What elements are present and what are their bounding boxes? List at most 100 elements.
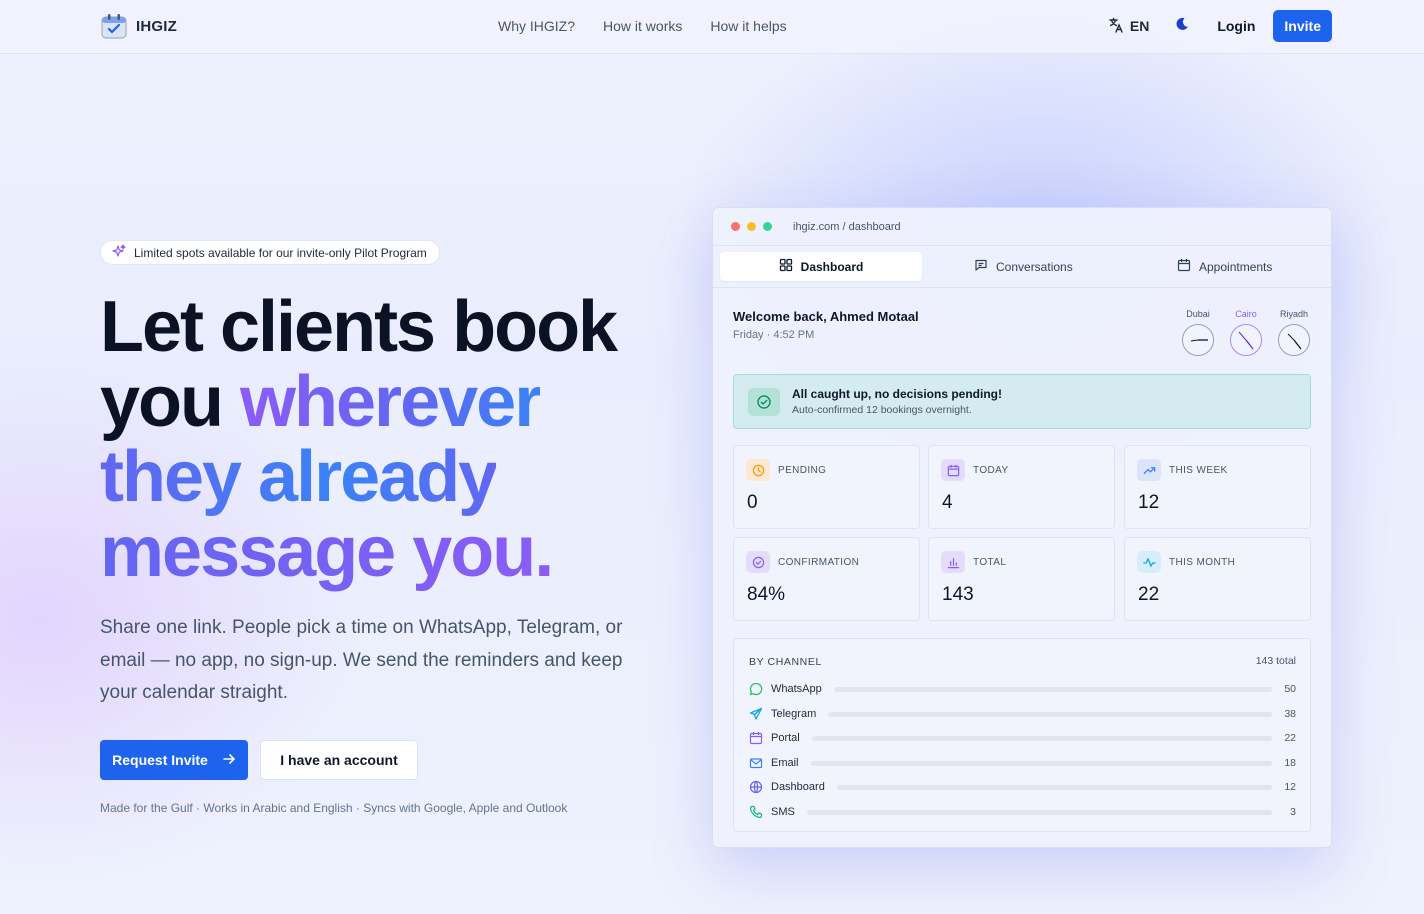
stat-label: TOTAL [973,557,1007,568]
alert-subtitle: Auto-confirmed 12 bookings overnight. [792,404,972,416]
stat-card-this-week[interactable]: THIS WEEK 12 [1124,445,1311,529]
current-datetime: Friday · 4:52 PM [733,329,815,341]
channel-row-whatsapp[interactable]: WhatsApp 50 [748,681,1296,697]
stat-label: CONFIRMATION [778,557,860,568]
stat-card-total[interactable]: TOTAL 143 [928,537,1115,621]
phone-icon [748,805,764,819]
channel-name: WhatsApp [771,683,822,695]
clock-face-icon [1182,324,1214,356]
headline-highlight-message-you: message you. [100,512,554,592]
sparkles-icon [112,244,126,261]
nav-link-why[interactable]: Why IHGIZ? [498,18,575,34]
tab-dashboard-label: Dashboard [800,259,864,274]
by-channel-total: 143 total [1255,655,1296,667]
tab-conversations[interactable]: Conversations [974,252,1073,281]
dashboard-tabs: Dashboard Conversations Appointments [713,246,1331,288]
channel-bar [828,711,1272,717]
pilot-program-text: Limited spots available for our invite-o… [134,245,427,260]
channel-row-portal[interactable]: Portal 22 [748,730,1296,746]
activity-icon [1137,551,1161,573]
channel-value: 38 [1284,708,1296,720]
world-clocks: Dubai Cairo Riyadh [1181,309,1311,357]
telegram-send-icon [748,707,764,721]
calendar-icon [941,459,965,481]
hero-subheadline: Share one link. People pick a time on Wh… [100,617,623,703]
top-nav: IHGIZ Why IHGIZ? How it works How it hel… [0,0,1424,54]
headline-line-2: you [100,362,241,442]
channel-name: Email [771,757,799,769]
have-account-button[interactable]: I have an account [260,740,418,780]
stat-value: 4 [942,492,953,513]
stat-label: PENDING [778,465,827,476]
language-switcher[interactable]: EN [1108,17,1149,36]
stat-card-this-month[interactable]: THIS MONTH 22 [1124,537,1311,621]
calendar-icon [748,731,764,745]
alert-title: All caught up, no decisions pending! [792,387,1002,401]
stat-label: THIS MONTH [1169,557,1236,568]
pilot-program-badge: Limited spots available for our invite-o… [100,240,440,265]
channel-bar [806,809,1272,815]
hero-footnote: Made for the Gulf · Works in Arabic and … [100,801,568,815]
hero-headline: Let clients book you wherever they alrea… [100,290,700,590]
channel-bar [836,784,1272,790]
channel-bar [833,686,1272,692]
channel-row-email[interactable]: Email 18 [748,755,1296,771]
login-link[interactable]: Login [1217,18,1255,34]
by-channel-title: BY CHANNEL [749,656,822,668]
request-invite-button[interactable]: Request Invite [100,740,248,780]
by-channel-panel: BY CHANNEL 143 total WhatsApp 50 Telegra… [733,638,1311,832]
welcome-block: Welcome back, Ahmed Motaal Friday · 4:52… [733,309,919,341]
stat-value: 143 [942,584,974,605]
nav-actions: EN Login Invite [1108,10,1332,42]
channel-value: 22 [1284,732,1296,744]
headline-highlight-they-already: they already [100,437,498,517]
stat-label: TODAY [973,465,1009,476]
clock-riyadh: Riyadh [1277,309,1311,357]
invite-button[interactable]: Invite [1273,10,1332,42]
request-invite-label: Request Invite [112,752,208,768]
browser-url: ihgiz.com / dashboard [793,220,901,233]
clock-label-dubai: Dubai [1186,309,1210,319]
channel-name: SMS [771,806,795,818]
grid-icon [779,258,793,275]
theme-toggle[interactable] [1175,17,1189,36]
stat-value: 12 [1138,492,1160,513]
clock-icon [746,459,770,481]
channel-name: Dashboard [771,781,825,793]
brand-name: IHGIZ [136,17,177,35]
channel-bar [811,735,1272,741]
stat-value: 0 [747,492,758,513]
headline-highlight-wherever: wherever [240,362,542,442]
stat-card-confirmation[interactable]: CONFIRMATION 84% [733,537,920,621]
channel-value: 50 [1284,683,1296,695]
tab-conversations-label: Conversations [996,259,1073,274]
status-alert: All caught up, no decisions pending! Aut… [733,374,1311,429]
tab-appointments-label: Appointments [1199,259,1273,274]
channel-row-telegram[interactable]: Telegram 38 [748,706,1296,722]
stat-label: THIS WEEK [1169,465,1228,476]
moon-icon [1175,17,1189,36]
clock-cairo: Cairo [1229,309,1263,357]
tab-dashboard[interactable]: Dashboard [720,252,922,281]
mail-icon [748,756,764,770]
window-maximize-dot [763,222,772,231]
stat-card-today[interactable]: TODAY 4 [928,445,1115,529]
calendar-logo-icon [100,12,128,40]
clock-dubai: Dubai [1181,309,1215,357]
clock-label-cairo: Cairo [1235,309,1257,319]
bar-chart-icon [941,551,965,573]
stat-card-pending[interactable]: PENDING 0 [733,445,920,529]
calendar-icon [1177,258,1191,275]
tab-appointments[interactable]: Appointments [1177,252,1272,281]
channel-value: 12 [1284,781,1296,793]
brand-logo[interactable]: IHGIZ [100,12,177,40]
channel-row-sms[interactable]: SMS 3 [748,804,1296,820]
whatsapp-icon [748,682,764,696]
channel-bar [810,760,1272,766]
check-circle-icon [748,388,780,416]
nav-link-how-it-helps[interactable]: How it helps [710,18,786,34]
window-minimize-dot [747,222,756,231]
channel-row-dashboard[interactable]: Dashboard 12 [748,779,1296,795]
nav-link-how-it-works[interactable]: How it works [603,18,682,34]
message-square-icon [974,258,988,275]
